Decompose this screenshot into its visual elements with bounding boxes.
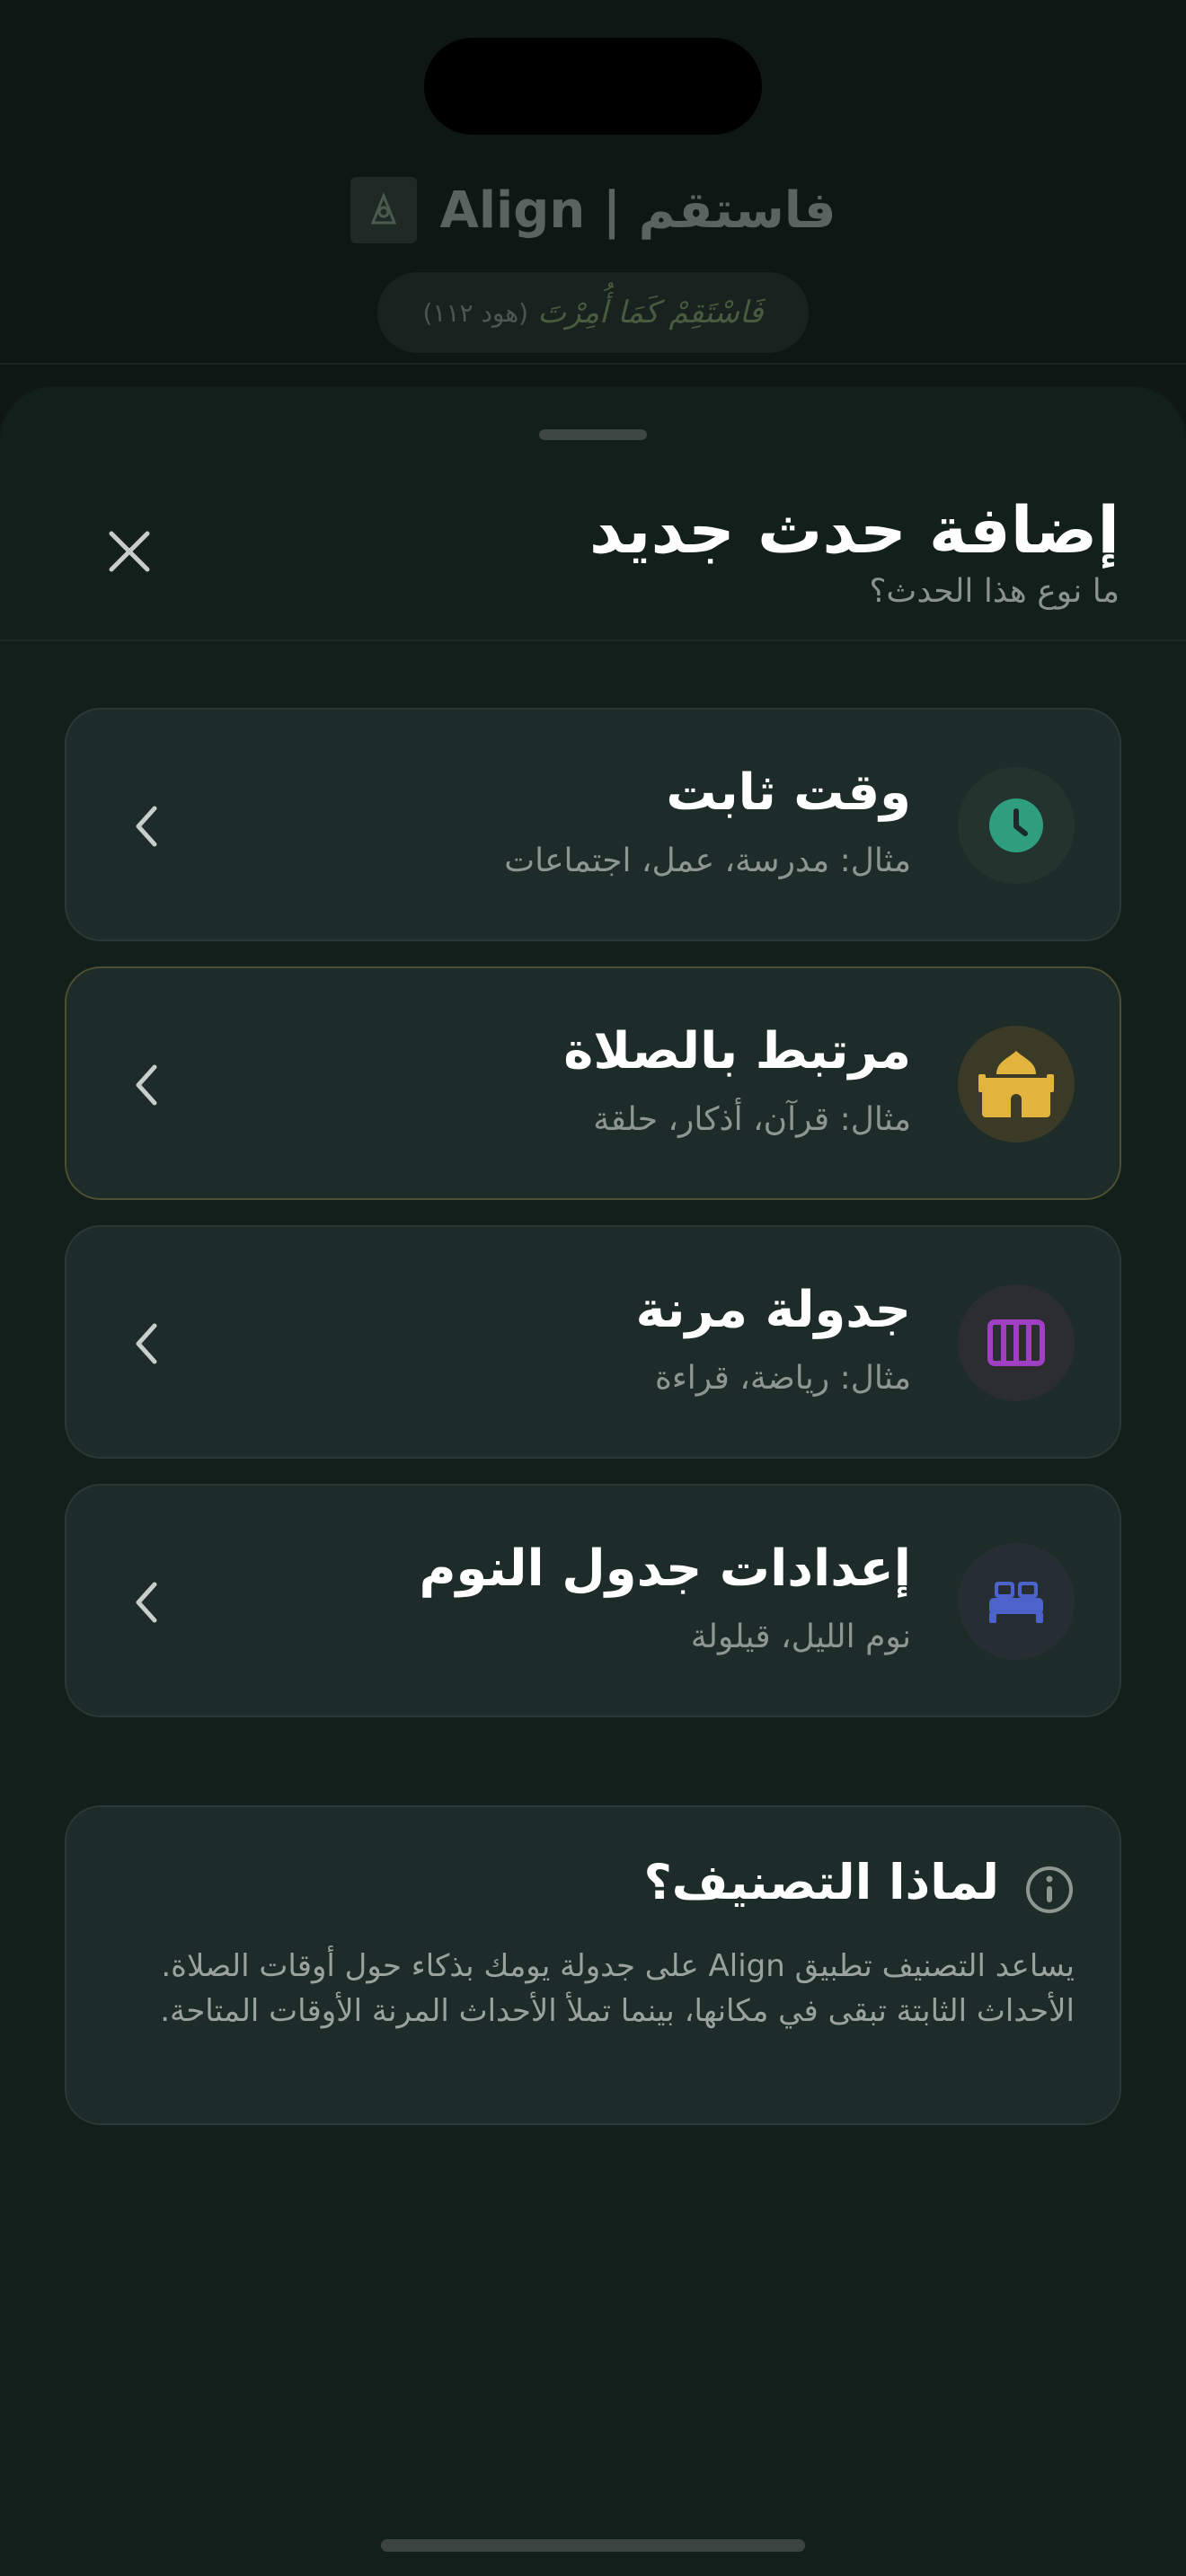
option-subtitle: مثال: قرآن، أذكار، حلقة — [593, 1101, 911, 1138]
option-sleep-settings[interactable]: إعدادات جدول النوم نوم الليل، قيلولة — [65, 1484, 1121, 1717]
header-divider — [0, 640, 1186, 641]
add-event-sheet: إضافة حدث جديد ما نوع هذا الحدث؟ وقت ثاب… — [0, 386, 1186, 2576]
sheet-subtitle: ما نوع هذا الحدث؟ — [869, 573, 1120, 610]
option-subtitle: مثال: مدرسة، عمل، اجتماعات — [504, 842, 911, 879]
option-icon-badge — [958, 1026, 1075, 1142]
option-title: إعدادات جدول النوم — [419, 1539, 911, 1598]
clock-icon — [989, 798, 1043, 852]
verse-reference: (هود ١١٢) — [422, 297, 529, 328]
option-icon-badge — [958, 1284, 1075, 1401]
home-indicator[interactable] — [381, 2539, 805, 2552]
option-subtitle: مثال: رياضة، قراءة — [654, 1360, 911, 1397]
bed-icon — [989, 1582, 1043, 1623]
close-button[interactable] — [99, 521, 160, 582]
mosque-icon — [978, 1051, 1054, 1117]
verse-text: فَاسْتَقِمْ كَمَا أُمِرْتَ — [537, 295, 764, 331]
option-prayer-linked[interactable]: مرتبط بالصلاة مثال: قرآن، أذكار، حلقة — [65, 966, 1121, 1200]
info-icon — [1026, 1866, 1073, 1913]
chevron-left-icon — [136, 1064, 157, 1106]
sheet-title: إضافة حدث جديد — [589, 492, 1120, 568]
info-title: لماذا التصنيف؟ — [643, 1854, 999, 1910]
columns-icon — [987, 1319, 1045, 1366]
app-title: فاستقم | Align — [439, 181, 836, 240]
app-logo-icon — [350, 177, 417, 243]
chevron-left-icon — [136, 806, 157, 847]
app-title-row: فاستقم | Align — [0, 172, 1186, 248]
app-header: فاستقم | Align فَاسْتَقِمْ كَمَا أُمِرْت… — [0, 0, 1186, 365]
chevron-left-icon — [136, 1582, 157, 1623]
option-title: مرتبط بالصلاة — [563, 1022, 911, 1081]
why-classify-card: لماذا التصنيف؟ يساعد التصنيف تطبيق Align… — [65, 1805, 1121, 2125]
option-subtitle: نوم الليل، قيلولة — [690, 1619, 911, 1655]
chevron-left-icon — [136, 1323, 157, 1364]
camera-notch — [424, 38, 762, 135]
close-icon — [109, 531, 150, 572]
option-icon-badge — [958, 1543, 1075, 1660]
info-body: يساعد التصنيف تطبيق Align على جدولة يومك… — [160, 1948, 1075, 2029]
divider — [0, 363, 1186, 365]
option-flexible-schedule[interactable]: جدولة مرنة مثال: رياضة، قراءة — [65, 1225, 1121, 1459]
option-icon-badge — [958, 767, 1075, 884]
sheet-drag-handle[interactable] — [539, 429, 647, 440]
verse-pill: فَاسْتَقِمْ كَمَا أُمِرْتَ (هود ١١٢) — [377, 272, 809, 353]
option-title: جدولة مرنة — [635, 1281, 912, 1339]
option-fixed-time[interactable]: وقت ثابت مثال: مدرسة، عمل، اجتماعات — [65, 708, 1121, 941]
option-title: وقت ثابت — [666, 763, 911, 822]
